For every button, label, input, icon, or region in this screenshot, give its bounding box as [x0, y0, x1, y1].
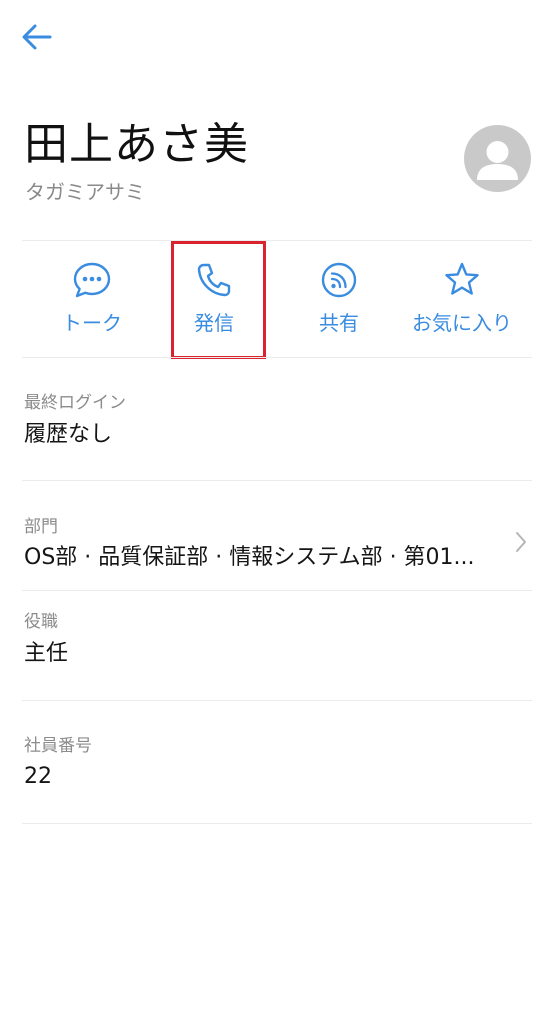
- divider: [22, 823, 532, 824]
- highlight-box: [171, 241, 266, 359]
- chevron-right-icon: [516, 532, 526, 552]
- share-feed-icon: [319, 260, 359, 300]
- action-bar: トーク 発信 共有 お気に入り: [26, 244, 526, 354]
- last-login-value: 履歴なし: [24, 422, 113, 447]
- profile-name-kana: タガミアサミ: [25, 180, 145, 204]
- divider: [22, 240, 532, 241]
- share-label: 共有: [319, 311, 359, 335]
- position-value: 主任: [24, 641, 69, 666]
- favorite-button[interactable]: お気に入り: [404, 244, 520, 354]
- employee-number-label: 社員番号: [24, 736, 92, 756]
- chat-bubble-icon: [72, 260, 112, 300]
- profile-name: 田上あさ美: [24, 119, 249, 170]
- divider: [22, 700, 532, 701]
- talk-label: トーク: [62, 311, 122, 335]
- back-button[interactable]: [14, 16, 60, 58]
- star-icon: [442, 260, 482, 300]
- avatar: [464, 125, 531, 192]
- person-icon: [477, 141, 518, 180]
- favorite-label: お気に入り: [412, 311, 512, 335]
- divider: [22, 590, 532, 591]
- department-label: 部門: [24, 517, 58, 537]
- department-row[interactable]: [0, 482, 554, 590]
- last-login-label: 最終ログイン: [24, 393, 126, 413]
- department-value: OS部 · 品質保証部 · 情報システム部 · 第01...: [24, 545, 475, 570]
- talk-button[interactable]: トーク: [36, 244, 148, 354]
- employee-number-value: 22: [24, 764, 52, 789]
- share-button[interactable]: 共有: [284, 244, 394, 354]
- divider: [22, 480, 532, 481]
- divider: [22, 357, 532, 358]
- position-label: 役職: [24, 612, 58, 632]
- arrow-left-icon: [22, 24, 52, 50]
